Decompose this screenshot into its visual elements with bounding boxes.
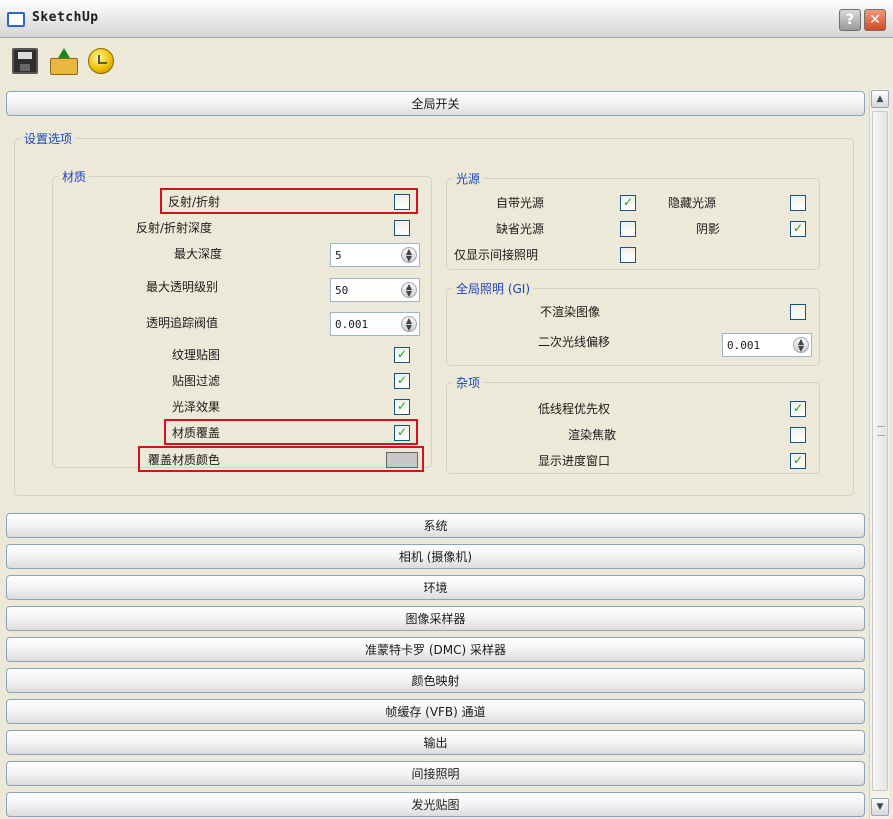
own-lights-label: 自带光源: [496, 196, 545, 210]
shadows-checkbox[interactable]: [790, 221, 806, 237]
highlight-reflect-refract: [160, 188, 418, 214]
show-progress-window-checkbox[interactable]: [790, 453, 806, 469]
show-progress-window-label: 显示进度窗口: [538, 454, 611, 468]
dont-render-image-label: 不渲染图像: [540, 305, 601, 319]
transparency-cutoff-value: 0.001: [335, 318, 369, 331]
glossy-effects-checkbox[interactable]: [394, 399, 410, 415]
shadows-label: 阴影: [696, 222, 721, 236]
window-title: SketchUp: [32, 10, 99, 25]
reflect-refract-depth-checkbox[interactable]: [394, 220, 410, 236]
dont-render-image-checkbox[interactable]: [790, 304, 806, 320]
hidden-lights-label: 隐藏光源: [668, 196, 717, 210]
secondary-ray-bias-label: 二次光线偏移: [538, 335, 611, 349]
misc-group: 杂项: [446, 374, 820, 474]
render-caustics-checkbox[interactable]: [790, 427, 806, 443]
map-filtering-checkbox[interactable]: [394, 373, 410, 389]
section-dmc-sampler[interactable]: 准蒙特卡罗 (DMC) 采样器: [6, 637, 865, 662]
save-icon[interactable]: [12, 48, 38, 74]
open-icon[interactable]: [50, 48, 78, 75]
section-color-mapping[interactable]: 颜色映射: [6, 668, 865, 693]
section-emissive-maps[interactable]: 发光贴图: [6, 792, 865, 817]
material-legend: 材质: [62, 170, 87, 184]
default-lights-label: 缺省光源: [496, 222, 545, 236]
secondary-ray-bias-value: 0.001: [727, 339, 761, 352]
render-icon[interactable]: [88, 48, 114, 74]
glossy-effects-label: 光泽效果: [172, 400, 221, 414]
reflect-refract-depth-label: 反射/折射深度: [136, 221, 213, 235]
texture-maps-checkbox[interactable]: [394, 347, 410, 363]
hidden-lights-checkbox[interactable]: [790, 195, 806, 211]
section-environment[interactable]: 环境: [6, 575, 865, 600]
highlight-material-override: [164, 419, 418, 445]
section-vfb-channels[interactable]: 帧缓存 (VFB) 通道: [6, 699, 865, 724]
section-global-switches[interactable]: 全局开关: [6, 91, 865, 116]
secondary-ray-bias-spinner[interactable]: 0.001 ▲ ▼: [722, 333, 812, 357]
texture-maps-label: 纹理贴图: [172, 348, 221, 362]
render-caustics-label: 渲染焦散: [568, 428, 617, 442]
show-gi-only-label: 仅显示间接照明: [454, 248, 539, 262]
section-indirect-illumination[interactable]: 间接照明: [6, 761, 865, 786]
grip-icon: [877, 426, 885, 436]
own-lights-checkbox[interactable]: [620, 195, 636, 211]
close-button[interactable]: ✕: [864, 9, 886, 31]
section-output[interactable]: 输出: [6, 730, 865, 755]
transparency-cutoff-spinner[interactable]: 0.001 ▲ ▼: [330, 312, 420, 336]
transparency-cutoff-label: 透明追踪阀值: [146, 316, 219, 330]
low-thread-priority-checkbox[interactable]: [790, 401, 806, 417]
gi-legend: 全局照明 (GI): [456, 282, 531, 296]
show-gi-only-checkbox[interactable]: [620, 247, 636, 263]
max-transparency-label: 最大透明级别: [146, 280, 219, 294]
spin-arrows-icon[interactable]: ▲ ▼: [401, 247, 417, 263]
section-image-sampler[interactable]: 图像采样器: [6, 606, 865, 631]
title-bar: SketchUp ? ✕: [0, 0, 893, 38]
vertical-scrollbar[interactable]: ▲ ▼: [869, 89, 889, 819]
settings-options-legend: 设置选项: [24, 132, 73, 146]
max-depth-value: 5: [335, 249, 342, 262]
highlight-override-color: [138, 446, 424, 472]
lights-legend: 光源: [456, 172, 481, 186]
max-transparency-value: 50: [335, 284, 349, 297]
scroll-down-icon[interactable]: ▼: [871, 798, 889, 816]
section-camera[interactable]: 相机 (摄像机): [6, 544, 865, 569]
help-button[interactable]: ?: [839, 9, 861, 31]
scrollbar-thumb[interactable]: [872, 111, 888, 791]
max-depth-spinner[interactable]: 5 ▲ ▼: [330, 243, 420, 267]
misc-legend: 杂项: [456, 376, 481, 390]
low-thread-priority-label: 低线程优先权: [538, 402, 611, 416]
spin-arrows-icon[interactable]: ▲ ▼: [401, 282, 417, 298]
spin-arrows-icon[interactable]: ▲ ▼: [401, 316, 417, 332]
section-system[interactable]: 系统: [6, 513, 865, 538]
scroll-up-icon[interactable]: ▲: [871, 90, 889, 108]
default-lights-checkbox[interactable]: [620, 221, 636, 237]
max-transparency-spinner[interactable]: 50 ▲ ▼: [330, 278, 420, 302]
toolbar: [0, 38, 893, 84]
spin-arrows-icon[interactable]: ▲ ▼: [793, 337, 809, 353]
map-filtering-label: 贴图过滤: [172, 374, 221, 388]
settings-panel: 设置选项 材质 反射/折射 反射/折射深度 最大深度 5 ▲ ▼ 最大透明级别 5…: [8, 118, 863, 508]
max-depth-label: 最大深度: [174, 247, 223, 261]
window-icon: [7, 12, 25, 27]
